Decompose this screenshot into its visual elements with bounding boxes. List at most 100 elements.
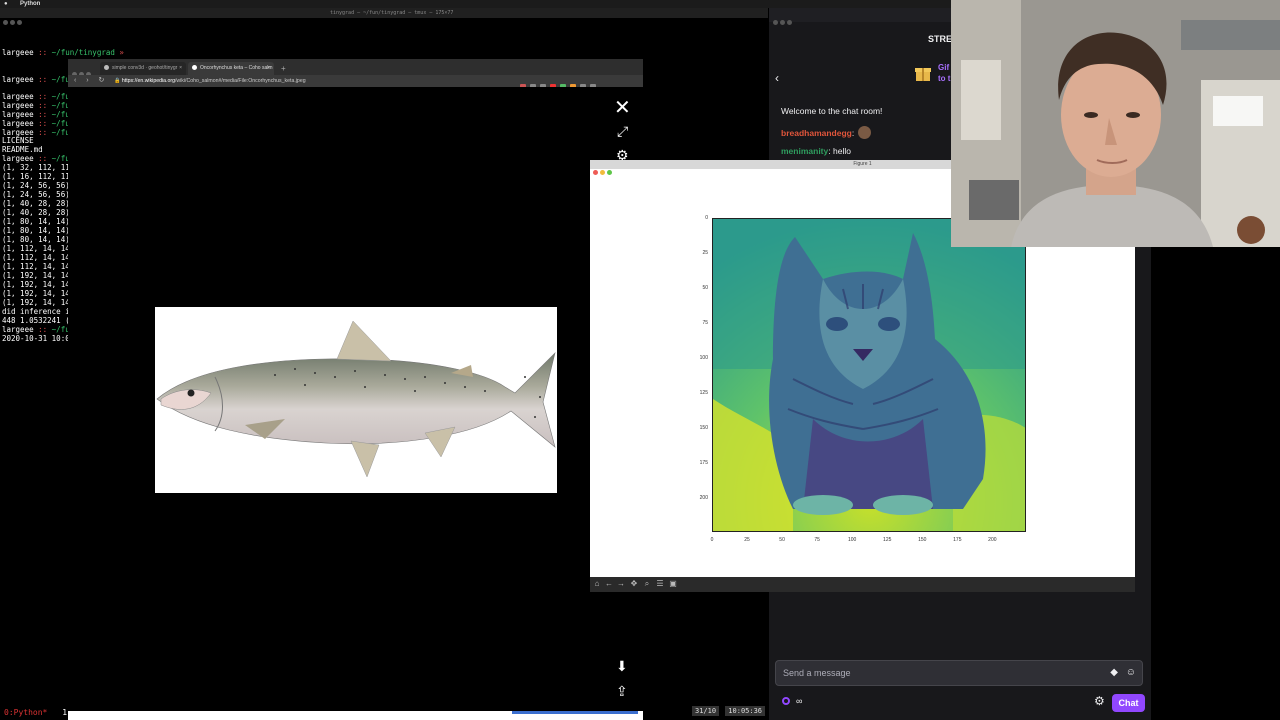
channel-points-value: ∞ — [796, 696, 803, 706]
terminal-output-line: (1, 112, 14, 14 — [2, 244, 70, 253]
close-icon[interactable]: ✕ — [614, 98, 631, 118]
new-tab-button[interactable]: + — [281, 62, 286, 75]
window-controls[interactable] — [593, 162, 614, 180]
close-window-icon — [593, 170, 598, 175]
tab-github[interactable]: simple conv3d · geohot/tinygr × — [100, 62, 186, 75]
terminal-output-line: README.md — [2, 145, 43, 154]
tmux-window: 0:Python* — [4, 708, 48, 717]
emote-picker-icon[interactable]: ☺ — [1126, 667, 1136, 678]
gift-text-line2: to t — [938, 74, 951, 83]
close-tab-icon[interactable]: × — [267, 62, 270, 75]
tmux-status: 0:Python* 1 — [4, 708, 67, 717]
tab-wikipedia[interactable]: Oncorhynchus keta – Coho salm × — [188, 62, 274, 75]
terminal-prompt-line: largeee :: ~/fu — [2, 119, 70, 128]
chat-message-text: hello — [832, 146, 851, 156]
forward-icon[interactable]: → — [616, 579, 626, 589]
terminal-output-line: 2020-10-31 10:0 — [2, 334, 70, 343]
wikipedia-icon — [192, 65, 197, 70]
webcam-person-image — [951, 0, 1280, 247]
terminal-output-line: (1, 192, 14, 14 — [2, 289, 70, 298]
save-icon[interactable]: ▣ — [668, 579, 678, 589]
y-tick-label: 150 — [699, 425, 708, 432]
terminal-output-line: (1, 112, 14, 14 — [2, 253, 70, 262]
chat-message-input[interactable]: Send a message ◆ ☺ — [775, 660, 1143, 686]
app-name[interactable]: Python — [20, 0, 40, 8]
browser-window[interactable]: simple conv3d · geohot/tinygr × Oncorhync… — [68, 59, 643, 720]
terminal-prompt-line: largeee :: ~/fu — [2, 101, 70, 110]
y-tick-label: 175 — [699, 460, 708, 467]
tab-label: Oncorhynchus keta – Coho salm — [200, 65, 273, 71]
x-tick-label: 100 — [848, 537, 857, 543]
cat-image — [713, 219, 1025, 531]
tmux-window-num: 1 — [62, 708, 68, 717]
y-tick-label: 200 — [699, 495, 708, 502]
terminal-output-line: 448 1.0532241 ( — [2, 316, 70, 325]
gift-promo[interactable]: Gif to t — [938, 62, 950, 84]
x-tick-label: 50 — [779, 537, 785, 543]
browser-bottom-bar — [68, 711, 643, 720]
zoom-icon[interactable]: ⌕ — [642, 579, 652, 589]
terminal-prompt-line: largeee :: ~/fun/tinygrad » — [2, 48, 124, 57]
url-field[interactable]: 🔒 https://en.wikipedia.org/wiki/Coho_sal… — [114, 77, 534, 85]
zoom-window-icon — [607, 170, 612, 175]
media-viewer[interactable]: ✕ ⤢ ⚙ ⬇ ⇪ — [68, 87, 643, 720]
x-tick-label: 25 — [744, 537, 750, 543]
terminal-prompt-line: largeee :: ~/fu — [2, 325, 70, 334]
close-tab-icon[interactable]: × — [179, 62, 182, 75]
terminal-prompt-line: largeee :: ~/fu — [2, 75, 70, 84]
tmux-time: 10:05:36 — [725, 706, 766, 716]
emote-icon — [858, 126, 872, 139]
chat-username[interactable]: breadhamandegg — [781, 128, 852, 138]
plot-image[interactable] — [712, 218, 1026, 532]
window-controls[interactable] — [3, 10, 24, 29]
terminal-output-line: (1, 192, 14, 14 — [2, 271, 70, 280]
terminal-title: tinygrad — ~/fun/tinygrad — tmux — 175×7… — [330, 10, 454, 16]
terminal-output-line: (1, 192, 14, 14 — [2, 280, 70, 289]
y-tick-label: 25 — [702, 250, 708, 257]
chat-message: breadhamandegg: — [781, 126, 872, 139]
loading-bar — [512, 711, 638, 714]
bits-icon[interactable]: ◆ — [1110, 667, 1118, 678]
download-icon[interactable]: ⬇ — [616, 658, 628, 675]
github-icon — [104, 65, 109, 70]
home-icon[interactable]: ⌂ — [592, 579, 602, 589]
chat-username[interactable]: menimanity — [781, 146, 828, 156]
back-arrow-icon[interactable]: ‹ — [775, 71, 779, 85]
terminal-titlebar: tinygrad — ~/fun/tinygrad — tmux — 175×7… — [0, 8, 768, 25]
tab-label: simple conv3d · geohot/tinygr — [112, 65, 178, 71]
terminal-output-line: (1, 40, 28, 28) — [2, 208, 70, 217]
terminal-output-line: (1, 40, 28, 28) — [2, 199, 70, 208]
terminal-prompt-line: largeee :: ~/fu — [2, 110, 70, 119]
terminal-output-line: (1, 32, 112, 11 — [2, 163, 70, 172]
terminal-output-line: (1, 24, 56, 56) — [2, 190, 70, 199]
terminal-output-line: (1, 112, 14, 14 — [2, 262, 70, 271]
salmon-image — [155, 307, 557, 493]
x-tick-label: 150 — [918, 537, 927, 543]
apple-icon[interactable]: ● — [4, 0, 8, 8]
webcam-feed — [951, 0, 1280, 247]
share-icon[interactable]: ⇪ — [616, 683, 628, 700]
channel-points-icon[interactable] — [782, 697, 790, 705]
terminal-prompt-line: largeee :: ~/fu — [2, 92, 70, 101]
x-tick-label: 200 — [988, 537, 997, 543]
nav-buttons[interactable]: ‹ › ↻ — [74, 75, 108, 87]
chat-send-button[interactable]: Chat — [1112, 694, 1145, 712]
y-tick-label: 75 — [702, 320, 708, 327]
chat-settings-icon[interactable]: ⚙ — [1094, 694, 1105, 708]
x-tick-label: 0 — [710, 537, 714, 543]
url-host: https://en.wikipedia.org — [121, 78, 175, 84]
back-icon[interactable]: ← — [604, 579, 614, 589]
url-path: /wiki/Coho_salmon#/media/File:Oncorhynch… — [174, 78, 306, 84]
window-controls[interactable] — [773, 12, 794, 30]
gift-icon[interactable] — [914, 64, 932, 82]
y-tick-label: 125 — [699, 390, 708, 397]
chat-message: menimanity: hello — [781, 146, 851, 156]
minimize-window-icon — [600, 170, 605, 175]
welcome-message: Welcome to the chat room! — [781, 106, 883, 116]
pan-icon[interactable]: ✥ — [629, 579, 639, 589]
x-tick-label: 175 — [953, 537, 962, 543]
tmux-date: 31/10 — [692, 706, 720, 716]
subplots-icon[interactable]: ☰ — [655, 579, 665, 589]
expand-icon[interactable]: ⤢ — [617, 123, 628, 140]
chat-input-placeholder: Send a message — [783, 668, 851, 678]
